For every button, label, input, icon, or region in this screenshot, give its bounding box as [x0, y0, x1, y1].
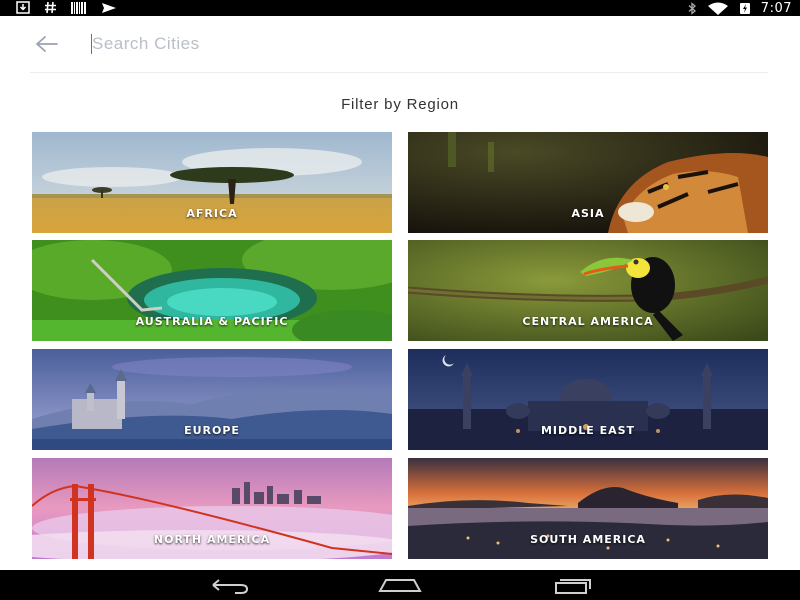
region-tile-north-america[interactable]: NORTH AMERICA — [32, 458, 392, 559]
region-label: EUROPE — [184, 424, 240, 437]
home-icon[interactable] — [376, 575, 424, 595]
recents-icon[interactable] — [548, 575, 596, 595]
download-icon — [16, 1, 30, 14]
region-label: AUSTRALIA & PACIFIC — [135, 315, 289, 328]
back-icon[interactable] — [205, 575, 253, 595]
navigation-bar — [0, 570, 800, 600]
region-tile-asia[interactable]: ASIA — [408, 132, 768, 233]
region-tile-europe[interactable]: EUROPE — [32, 349, 392, 450]
clock: 7:07 — [760, 0, 792, 16]
text-cursor — [91, 34, 92, 54]
region-label: MIDDLE EAST — [540, 424, 636, 437]
region-label: SOUTH AMERICA — [530, 533, 646, 546]
send-icon — [102, 2, 116, 13]
region-tile-south-america[interactable]: SOUTH AMERICA — [408, 458, 768, 559]
battery-icon — [739, 2, 750, 14]
region-tile-middle-east[interactable]: MIDDLE EAST — [408, 349, 768, 450]
bluetooth-icon — [688, 1, 696, 15]
barcode-icon — [71, 1, 86, 14]
status-bar: 7:07 — [0, 0, 800, 16]
region-tile-africa[interactable]: AFRICA — [32, 132, 392, 233]
region-tile-central-america[interactable]: CENTRAL AMERICA — [408, 240, 768, 341]
region-label: NORTH AMERICA — [153, 533, 271, 546]
hash-icon — [45, 1, 56, 14]
wifi-icon — [707, 2, 728, 15]
back-arrow-icon[interactable] — [32, 32, 62, 56]
search-bar — [30, 24, 768, 73]
region-label: AFRICA — [186, 207, 238, 220]
region-label: CENTRAL AMERICA — [522, 315, 654, 328]
filter-title: Filter by Region — [341, 96, 459, 113]
search-input[interactable] — [90, 30, 692, 58]
region-label: ASIA — [571, 207, 605, 220]
region-tile-australia-pacific[interactable]: AUSTRALIA & PACIFIC — [32, 240, 392, 341]
